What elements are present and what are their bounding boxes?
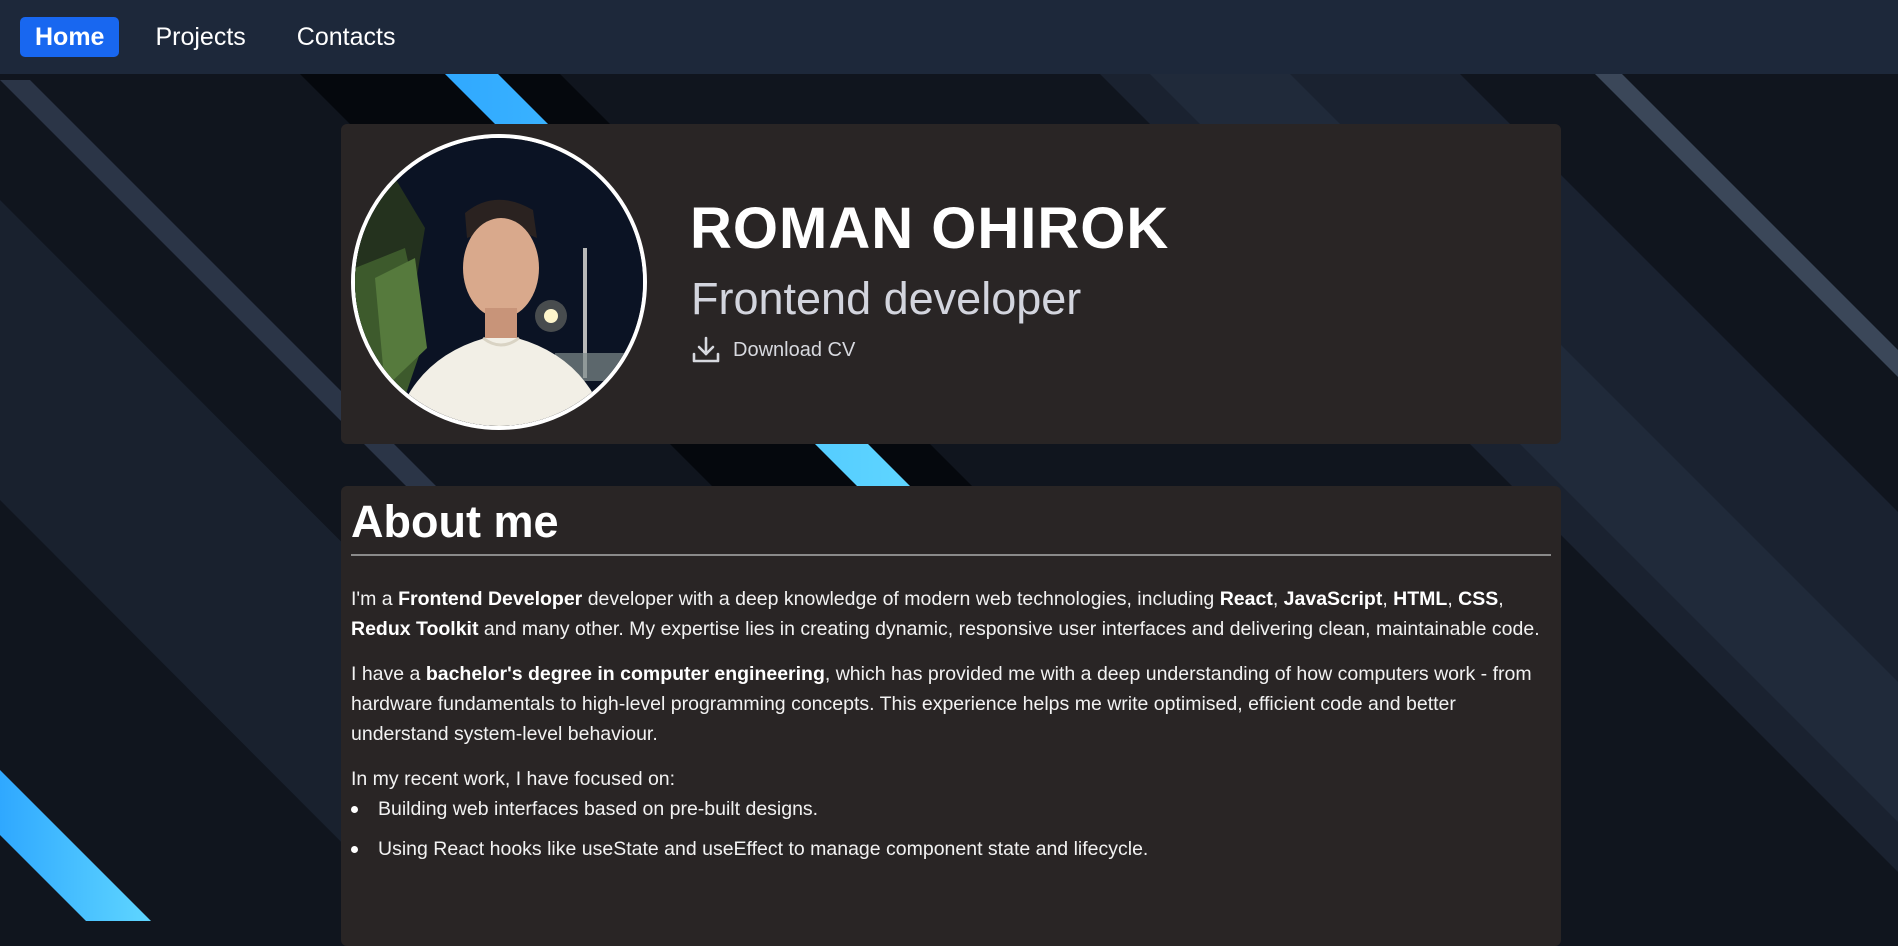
download-icon (691, 335, 721, 365)
top-navbar: Home Projects Contacts (0, 0, 1898, 74)
about-body: I'm a Frontend Developer developer with … (351, 584, 1551, 874)
bullet-icon (351, 846, 358, 853)
hero-card: ROMAN OHIROK Frontend developer Download… (341, 124, 1561, 444)
about-paragraph-intro: I'm a Frontend Developer developer with … (351, 588, 1540, 640)
about-focus-intro: In my recent work, I have focused on: (351, 768, 676, 790)
profile-name: ROMAN OHIROK (690, 196, 1170, 261)
focus-list: Building web interfaces based on pre-bui… (351, 794, 1551, 864)
profile-role: Frontend developer (691, 273, 1082, 324)
about-title: About me (351, 496, 559, 547)
profile-avatar (351, 134, 647, 430)
bullet-icon (351, 806, 358, 813)
about-paragraph-education: I have a bachelor's degree in computer e… (351, 663, 1532, 745)
about-card: About me I'm a Frontend Developer develo… (341, 486, 1561, 946)
nav-projects-link[interactable]: Projects (140, 17, 260, 57)
nav-home-link[interactable]: Home (20, 17, 120, 57)
list-item: Using React hooks like useState and useE… (351, 834, 1551, 864)
list-item: Building web interfaces based on pre-bui… (351, 794, 1551, 824)
profile-photo (355, 138, 643, 426)
about-divider (351, 554, 1551, 556)
download-cv-label: Download CV (733, 338, 856, 361)
download-cv-link[interactable]: Download CV (691, 335, 855, 365)
nav-contacts-link[interactable]: Contacts (282, 17, 411, 57)
